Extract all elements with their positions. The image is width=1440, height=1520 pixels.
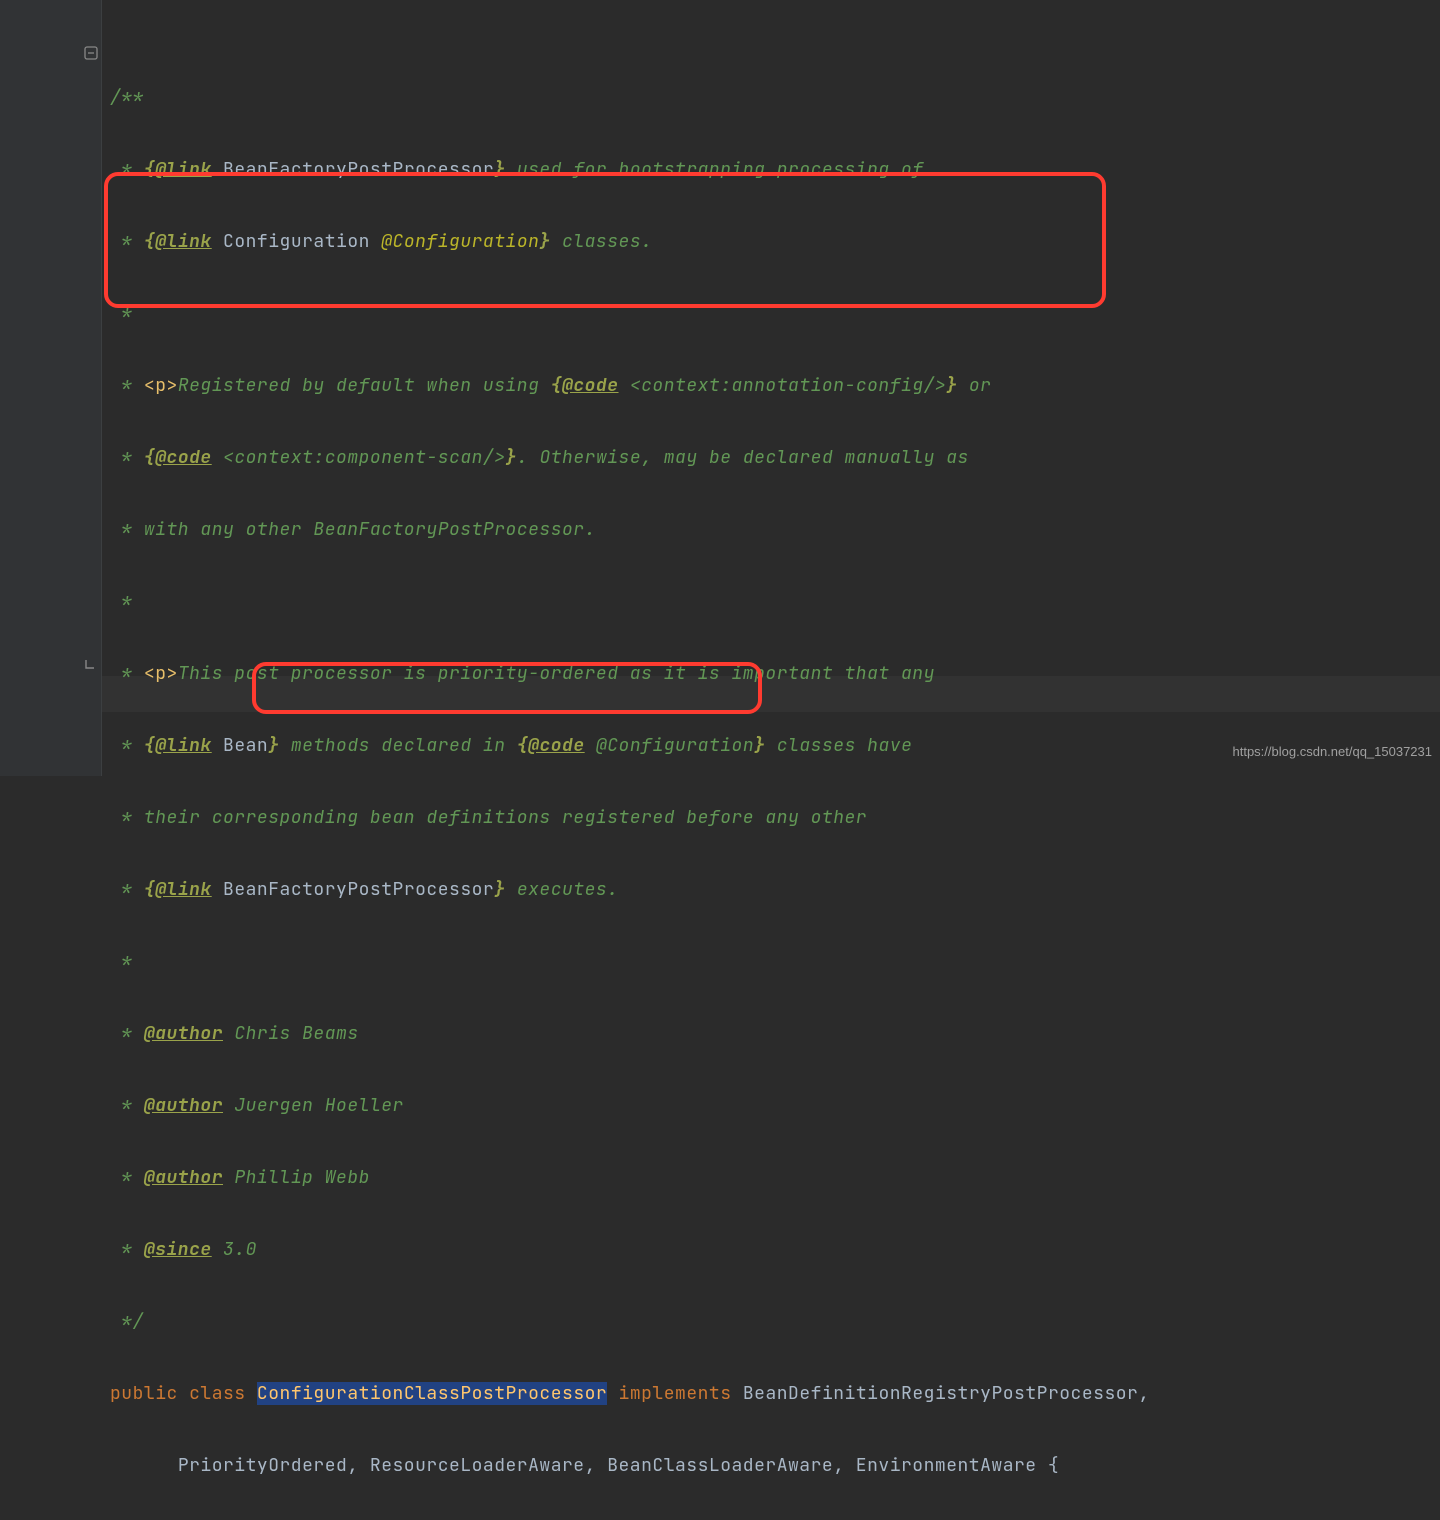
brace: } <box>268 734 279 757</box>
fold-end-icon[interactable] <box>84 658 98 672</box>
keyword-public: public <box>110 1382 189 1405</box>
code-text: * <box>110 1094 144 1117</box>
code-text: * <box>110 1238 144 1261</box>
code-text: * <box>110 1022 144 1045</box>
code-text: * <box>110 590 133 613</box>
html-tag: <p> <box>144 374 178 397</box>
brace: } <box>754 734 765 757</box>
code-text: used for bootstrapping processing of <box>506 158 924 181</box>
type-ref: BeanDefinitionRegistryPostProcessor, <box>743 1382 1150 1405</box>
brace: } <box>946 374 957 397</box>
javadoc-tag: @link <box>155 230 212 253</box>
code-text: <context:annotation-config/> <box>619 374 947 397</box>
class-name-selected[interactable]: ConfigurationClassPostProcessor <box>257 1382 607 1405</box>
author-name: Phillip Webb <box>223 1166 370 1189</box>
code-text: * their corresponding bean definitions r… <box>110 806 867 829</box>
brace: { <box>144 734 155 757</box>
brace: { <box>144 446 155 469</box>
code-editor[interactable]: /** * {@link BeanFactoryPostProcessor} u… <box>110 44 1150 1520</box>
keyword-class: class <box>189 1382 257 1405</box>
type-ref: BeanFactoryPostProcessor <box>212 158 495 181</box>
author-name: Chris Beams <box>223 1022 359 1045</box>
code-text: classes. <box>551 230 653 253</box>
html-tag: <p> <box>144 662 178 685</box>
indent <box>110 1454 178 1477</box>
watermark-text: https://blog.csdn.net/qq_15037231 <box>1233 734 1433 770</box>
javadoc-tag: @code <box>562 374 619 397</box>
type-ref-list: PriorityOrdered, ResourceLoaderAware, Be… <box>178 1454 1059 1477</box>
code-text: or <box>958 374 992 397</box>
javadoc-tag: @link <box>155 734 212 757</box>
code-text: . Otherwise, may be declared manually as <box>517 446 969 469</box>
code-text: * <box>110 734 144 757</box>
code-text: This post processor is priority-ordered … <box>178 662 935 685</box>
type-ref: BeanFactoryPostProcessor <box>212 878 495 901</box>
author-tag: @author <box>144 1022 223 1045</box>
code-text: * <box>110 1166 144 1189</box>
code-text: */ <box>110 1310 144 1333</box>
brace: } <box>506 446 517 469</box>
code-text: * with any other BeanFactoryPostProcesso… <box>110 518 596 541</box>
code-text: * <box>110 374 144 397</box>
code-text: /** <box>110 86 144 109</box>
brace: { <box>144 230 155 253</box>
brace: } <box>494 878 505 901</box>
brace: } <box>539 230 550 253</box>
author-tag: @author <box>144 1094 223 1117</box>
author-name: Juergen Hoeller <box>223 1094 404 1117</box>
javadoc-tag: @link <box>155 878 212 901</box>
code-text: * <box>110 302 133 325</box>
brace: { <box>551 374 562 397</box>
brace: } <box>494 158 505 181</box>
brace: { <box>144 158 155 181</box>
code-text: * <box>110 878 144 901</box>
javadoc-tag: @code <box>528 734 585 757</box>
fold-minus-icon[interactable] <box>84 46 98 60</box>
annotation-ref: @Configuration <box>370 230 540 253</box>
since-value: 3.0 <box>212 1238 257 1261</box>
javadoc-tag: @code <box>155 446 212 469</box>
type-ref: Configuration <box>212 230 370 253</box>
author-tag: @author <box>144 1166 223 1189</box>
type-ref: Bean <box>212 734 269 757</box>
code-text: methods declared in <box>280 734 517 757</box>
code-text: * <box>110 230 144 253</box>
code-text: * <box>110 158 144 181</box>
code-text: * <box>110 662 144 685</box>
code-text: <context:component-scan/> <box>212 446 506 469</box>
javadoc-tag: @link <box>155 158 212 181</box>
code-text: * <box>110 446 144 469</box>
brace: { <box>517 734 528 757</box>
brace: { <box>144 878 155 901</box>
editor-gutter <box>0 0 102 776</box>
since-tag: @since <box>144 1238 212 1261</box>
code-text: Registered by default when using <box>178 374 551 397</box>
code-text: * <box>110 950 133 973</box>
keyword-implements: implements <box>607 1382 743 1405</box>
code-text: executes. <box>506 878 619 901</box>
code-text: classes have <box>765 734 912 757</box>
code-text: @Configuration <box>585 734 755 757</box>
